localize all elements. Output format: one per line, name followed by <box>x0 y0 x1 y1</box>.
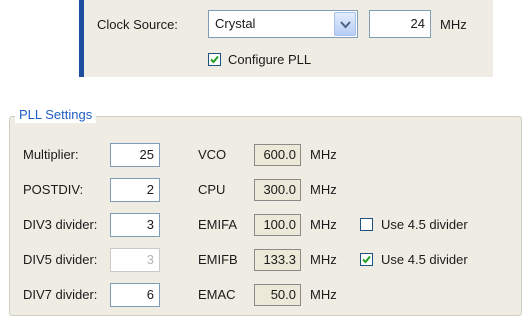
emac-unit: MHz <box>310 287 337 302</box>
emac-value: 50.0 <box>254 284 301 306</box>
emifa-use45-checkbox[interactable] <box>360 218 373 231</box>
vco-label: VCO <box>198 147 227 162</box>
postdiv-label: POSTDIV: <box>23 182 84 197</box>
div5-divider-input[interactable]: 3 <box>110 248 160 272</box>
emifa-use45-label: Use 4.5 divider <box>381 217 468 232</box>
checkmark-icon <box>362 255 371 264</box>
vco-unit: MHz <box>310 147 337 162</box>
panel-accent-bar <box>79 0 84 77</box>
div7-divider-label: DIV7 divider: <box>23 287 98 302</box>
emifa-unit: MHz <box>310 217 337 232</box>
postdiv-input[interactable]: 2 <box>110 178 160 202</box>
clock-frequency-input[interactable]: 24 <box>369 10 431 38</box>
pll-settings-title: PLL Settings <box>15 107 97 123</box>
clock-source-dropdown[interactable]: Crystal <box>208 10 358 38</box>
multiplier-label: Multiplier: <box>23 147 79 162</box>
clock-source-value: Crystal <box>215 16 256 31</box>
div7-divider-input[interactable]: 6 <box>110 283 160 307</box>
emifb-use45-checkbox[interactable] <box>360 253 373 266</box>
clock-source-label: Clock Source: <box>97 17 178 32</box>
dropdown-button[interactable] <box>334 12 356 36</box>
cpu-value: 300.0 <box>254 179 301 201</box>
emifa-label: EMIFA <box>198 217 238 232</box>
multiplier-input[interactable]: 25 <box>110 143 160 167</box>
emifb-unit: MHz <box>310 252 337 267</box>
div3-divider-input[interactable]: 3 <box>110 213 160 237</box>
div5-divider-label: DIV5 divider: <box>23 252 98 267</box>
emifb-use45-label: Use 4.5 divider <box>381 252 468 267</box>
clock-frequency-unit: MHz <box>440 17 467 32</box>
div3-divider-label: DIV3 divider: <box>23 217 98 232</box>
cpu-label: CPU <box>198 182 226 197</box>
cpu-unit: MHz <box>310 182 337 197</box>
chevron-down-icon <box>340 21 351 29</box>
configure-pll-label: Configure PLL <box>228 52 312 67</box>
emac-label: EMAC <box>198 287 236 302</box>
vco-value: 600.0 <box>254 144 301 166</box>
emifb-label: EMIFB <box>198 252 238 267</box>
emifa-value: 100.0 <box>254 214 301 236</box>
checkmark-icon <box>210 55 219 64</box>
emifb-value: 133.3 <box>254 249 301 271</box>
configure-pll-checkbox[interactable] <box>208 53 221 66</box>
